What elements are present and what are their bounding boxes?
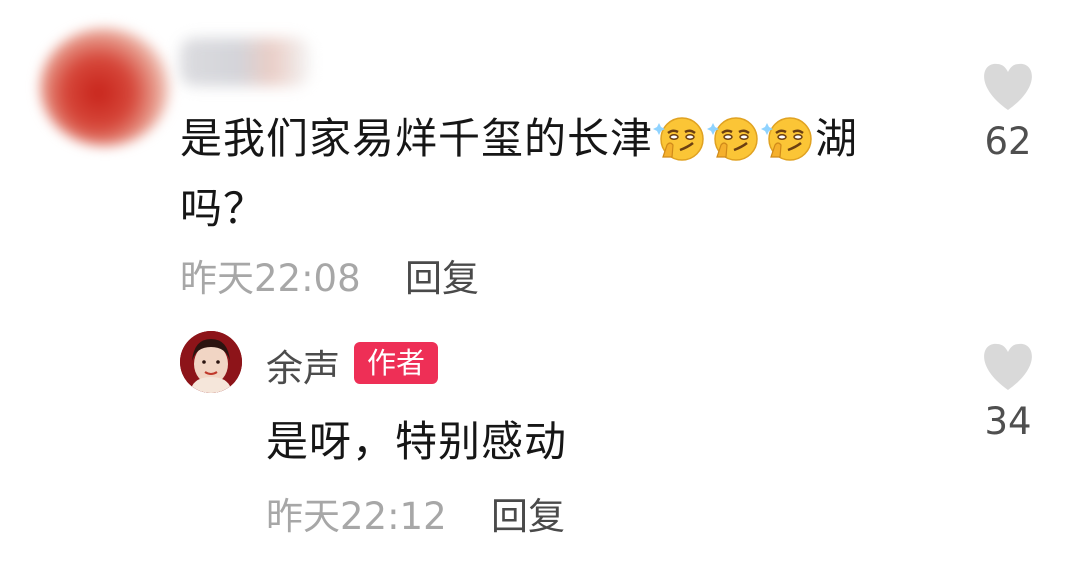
- smirk-emoji-icon: [707, 113, 761, 163]
- reply-like-count: 34: [984, 400, 1032, 443]
- heart-icon[interactable]: [980, 342, 1036, 392]
- commenter-avatar[interactable]: [40, 28, 170, 146]
- heart-icon[interactable]: [980, 62, 1036, 112]
- smirk-emoji-icon: [761, 113, 815, 163]
- smirk-emoji-icon: [653, 113, 707, 163]
- comment-reply-button[interactable]: 回复: [405, 248, 479, 302]
- comment-text: 是我们家易烊千玺的长津 湖 吗？: [180, 104, 940, 244]
- author-name[interactable]: 余声: [266, 338, 340, 392]
- reply-timestamp: 昨天22:12: [266, 495, 447, 538]
- author-avatar[interactable]: [180, 331, 242, 393]
- comment-text-part1: 是我们家易烊千玺的长津: [180, 114, 654, 163]
- comment-text-part2: 湖: [815, 114, 859, 163]
- author-badge: 作者: [354, 342, 438, 384]
- commenter-name-blurred[interactable]: [180, 38, 310, 86]
- reply-reply-button[interactable]: 回复: [491, 486, 565, 540]
- reply-text: 是呀，特别感动: [266, 417, 568, 466]
- comment-timestamp: 昨天22:08: [180, 257, 361, 300]
- comment-like-count: 62: [984, 120, 1032, 163]
- comment-text-line2: 吗？: [180, 184, 267, 233]
